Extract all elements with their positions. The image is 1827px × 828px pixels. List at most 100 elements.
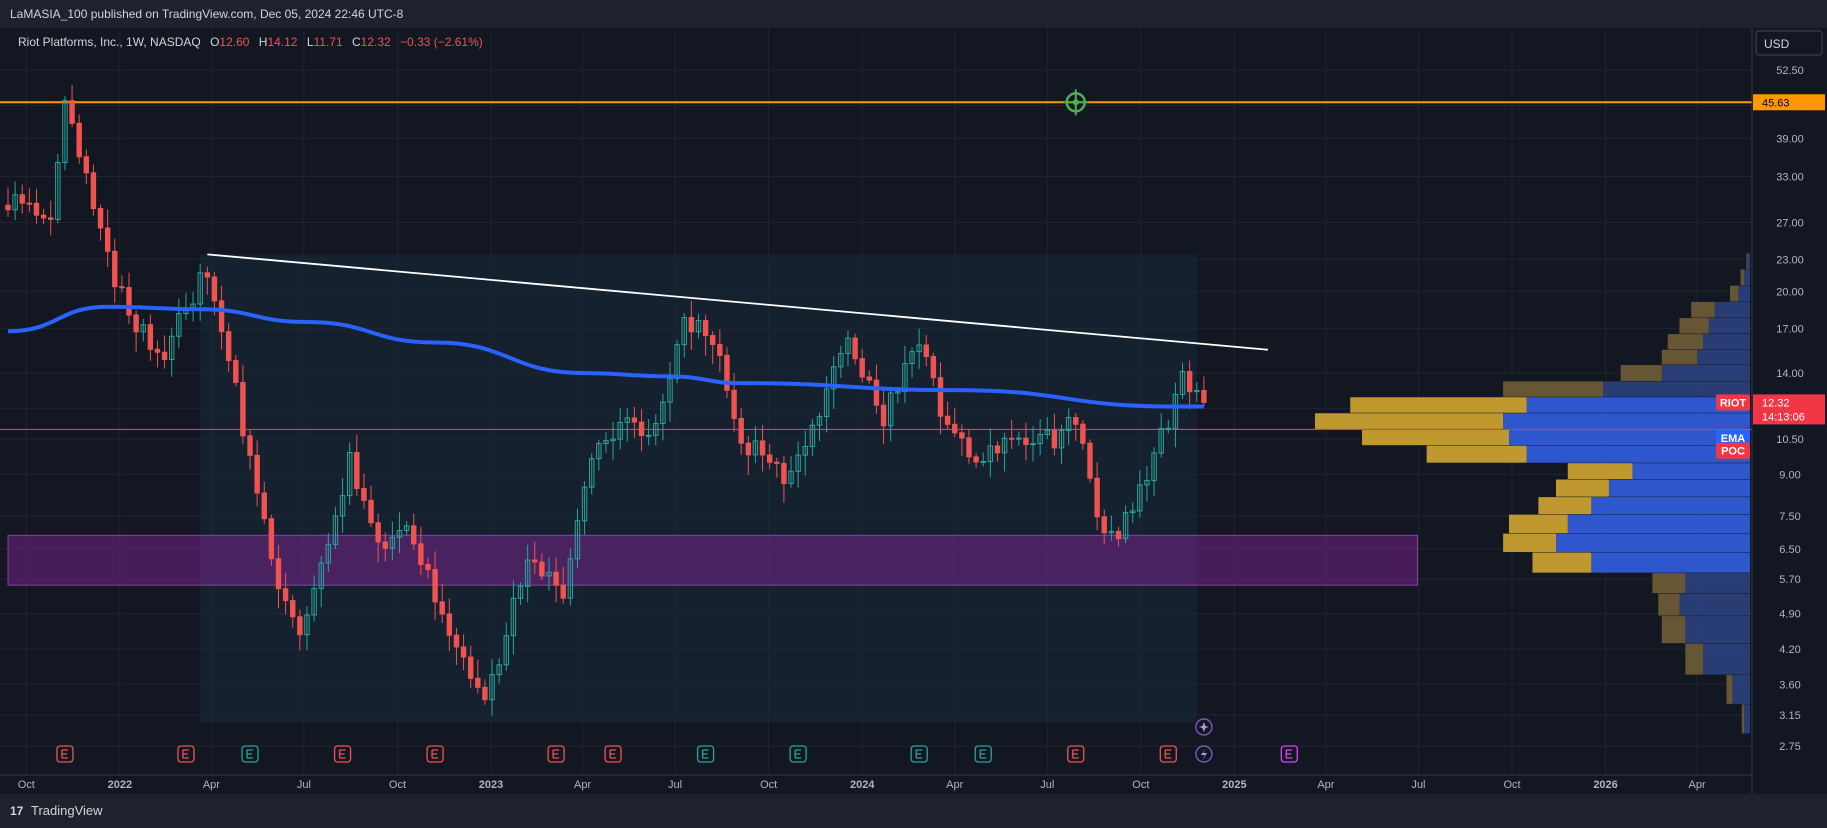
volume-profile-up-bar: [1746, 253, 1748, 269]
volume-profile-up-bar: [1538, 497, 1592, 515]
candle-body: [895, 391, 901, 394]
candle-body: [1137, 484, 1143, 512]
volume-profile-down-bar: [1508, 429, 1750, 446]
candle-body: [97, 208, 104, 229]
candle-body: [1065, 417, 1072, 432]
candle-body: [55, 162, 61, 220]
candle-body: [1179, 370, 1186, 395]
volume-profile-down-bar: [1732, 675, 1750, 704]
volume-profile-up-bar: [1691, 301, 1715, 318]
candle-body: [418, 543, 424, 565]
candle-body: [887, 392, 894, 427]
volume-profile-up-bar: [1620, 365, 1662, 381]
candle-body: [169, 335, 175, 361]
demand-zone: [7, 534, 1418, 586]
candle-body: [546, 571, 552, 577]
price-tick-label: 7.50: [1779, 511, 1800, 523]
candle-body: [1001, 437, 1008, 454]
candle-body: [866, 376, 873, 381]
candle-body: [361, 487, 367, 501]
volume-profile-down-bar: [1567, 514, 1750, 534]
candle-body: [1073, 417, 1079, 425]
candle-body: [33, 202, 40, 216]
candle-body: [816, 416, 823, 426]
legend-open: 12.60: [219, 35, 249, 49]
time-tick-label: Oct: [760, 779, 777, 791]
volume-profile-up-bar: [1679, 318, 1709, 334]
candle-body: [26, 202, 33, 205]
price-tick-label: 4.20: [1779, 644, 1800, 656]
candle-body: [475, 677, 481, 688]
candle-body: [247, 435, 253, 456]
candle-body: [382, 541, 388, 549]
candle-body: [532, 559, 538, 563]
legend-line: Riot Platforms, Inc., 1W, NASDAQ O12.60 …: [18, 35, 483, 49]
candle-body: [674, 344, 680, 380]
candle-body: [916, 344, 922, 353]
volume-profile-down-bar: [1608, 479, 1750, 497]
currency-button[interactable]: USD: [1755, 30, 1823, 56]
candle-body: [731, 389, 737, 419]
candle-body: [574, 520, 581, 560]
candle-body: [766, 454, 773, 463]
candle-body: [781, 462, 787, 485]
candle-body: [282, 588, 289, 602]
candle-body: [959, 432, 965, 439]
candle-body: [1087, 442, 1093, 479]
legend-high: 14.12: [267, 35, 297, 49]
candle-body: [774, 461, 780, 464]
tradingview-logo-icon[interactable]: 17: [10, 794, 23, 828]
candle-body: [524, 559, 531, 587]
candle-body: [795, 454, 801, 472]
candle-body: [318, 562, 324, 589]
tradingview-brand[interactable]: TradingView: [31, 803, 103, 818]
candle-body: [788, 470, 794, 485]
candle-body: [76, 122, 82, 158]
volume-profile-up-bar: [1503, 381, 1604, 397]
price-chart[interactable]: Oct 2022 Apr Jul Oct 2023 Apr Jul Oct 2024 Apr Jul O…: [0, 28, 1827, 794]
price-axis-countdown: 14:13:06: [1762, 411, 1805, 423]
symbol-legend: Riot Platforms, Inc., 1W, NASDAQ O12.60 …: [18, 35, 483, 49]
volume-profile-down-bar: [1632, 463, 1750, 480]
volume-profile-up-bar: [1503, 533, 1557, 553]
candle-body: [446, 613, 453, 636]
candle-body: [1158, 427, 1164, 454]
candle-body: [19, 194, 25, 204]
price-tag-label: POC: [1721, 446, 1745, 458]
candle-body: [1115, 530, 1122, 540]
candle-body: [275, 558, 282, 590]
price-tick-label: 3.60: [1779, 679, 1800, 691]
volume-profile-down-bar: [1591, 552, 1750, 573]
candle-body: [596, 442, 602, 460]
candle-body: [126, 287, 132, 316]
time-tick-label: Jul: [297, 779, 311, 791]
time-tick-label: 2022: [108, 779, 132, 791]
candle-body: [1094, 477, 1100, 518]
candle-body: [1037, 433, 1043, 445]
candle-body: [923, 344, 929, 357]
candle-body: [1129, 510, 1136, 514]
candle-body: [453, 634, 460, 648]
price-tick-label: 5.70: [1779, 574, 1800, 586]
time-tick-label: Jul: [1040, 779, 1054, 791]
candle-body: [40, 214, 47, 219]
volume-profile-down-bar: [1708, 318, 1750, 334]
candle-body: [240, 381, 246, 437]
candle-body: [233, 360, 239, 383]
candle-body: [838, 352, 844, 368]
legend-h-label: H: [259, 35, 268, 49]
candle-body: [695, 320, 702, 333]
candle-body: [104, 227, 111, 252]
candle-body: [667, 378, 673, 403]
candle-body: [48, 217, 54, 220]
volume-profile-up-bar: [1508, 514, 1568, 534]
price-tick-label: 9.00: [1779, 469, 1800, 481]
candle-body: [403, 525, 410, 531]
currency-label: USD: [1764, 37, 1790, 51]
candle-body: [809, 424, 816, 447]
price-tick-label: 3.15: [1779, 710, 1800, 722]
candle-body: [1016, 437, 1022, 440]
candle-body: [489, 674, 495, 701]
candle-body: [204, 272, 211, 278]
candle-body: [311, 587, 317, 616]
